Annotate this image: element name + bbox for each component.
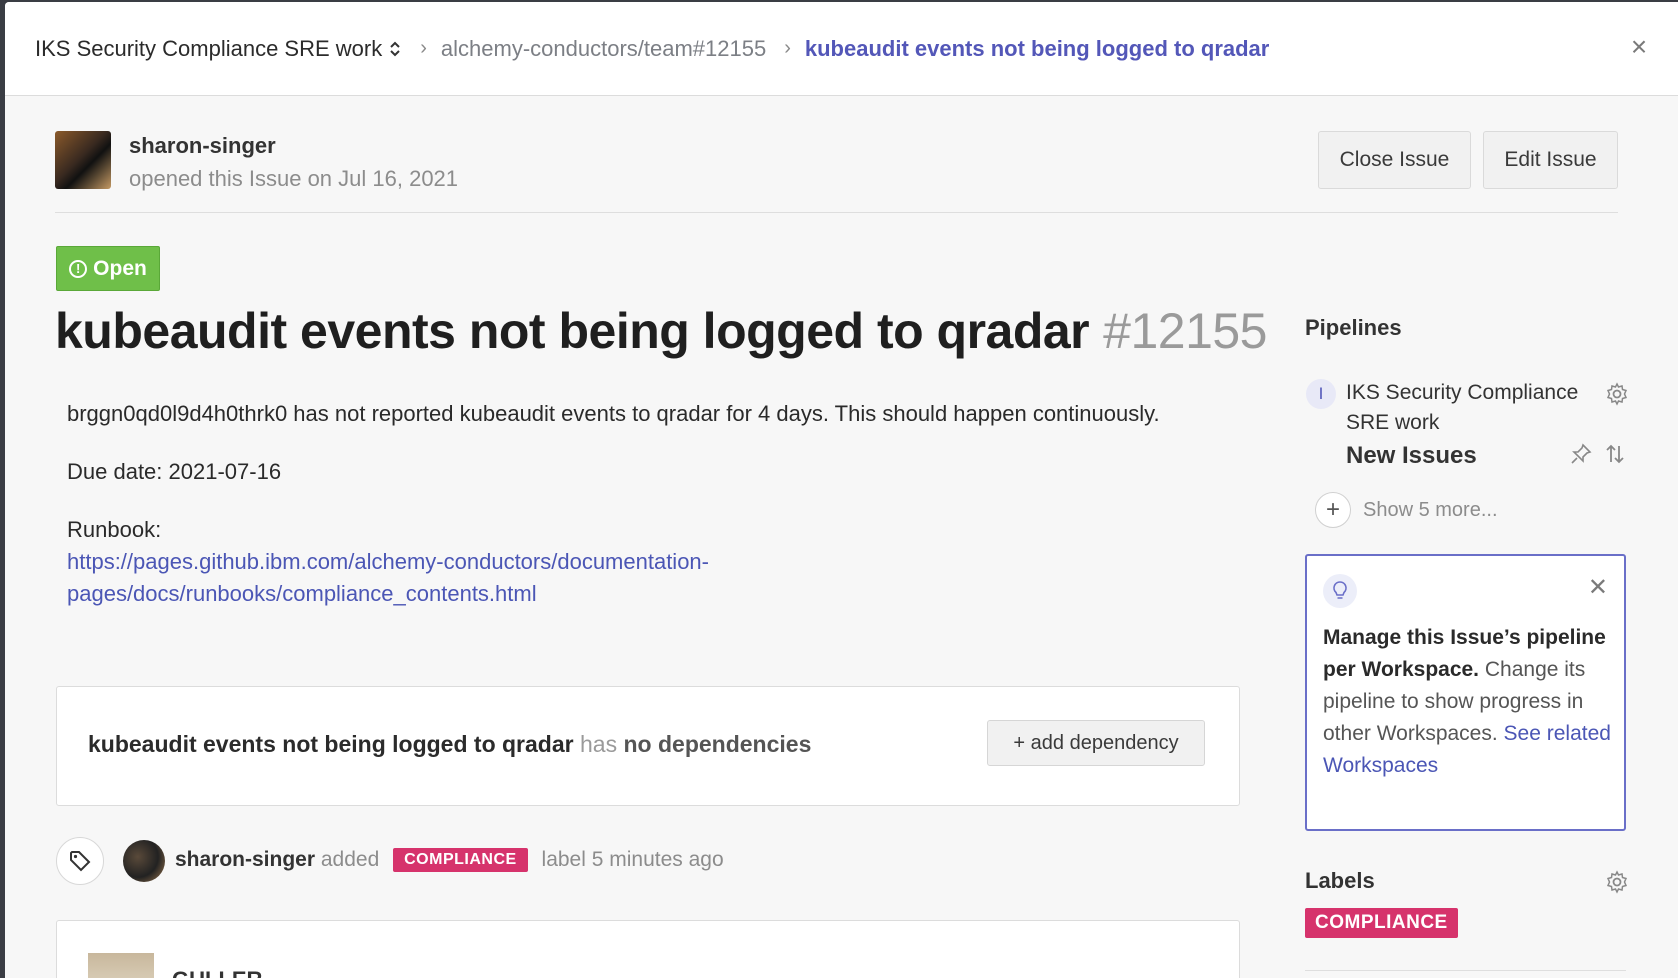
issue-body: brggn0qd0l9d4h0thrk0 has not reported ku…: [67, 398, 1227, 636]
due-date: Due date: 2021-07-16: [67, 459, 282, 484]
status-badge: ! Open: [56, 246, 160, 291]
breadcrumb-current[interactable]: kubeaudit events not being logged to qra…: [805, 36, 1269, 62]
activity-event: sharon-singer added COMPLIANCE label 5 m…: [175, 848, 724, 872]
show-more-pipelines[interactable]: + Show 5 more...: [1315, 492, 1498, 528]
gear-icon[interactable]: [1603, 380, 1631, 408]
page-title: kubeaudit events not being logged to qra…: [55, 302, 1267, 360]
activity-verb: added: [320, 848, 380, 871]
tag-icon: [56, 837, 104, 885]
comment-card: GULLER: [56, 920, 1240, 978]
add-dependency-button[interactable]: + add dependency: [987, 720, 1205, 766]
edit-issue-button[interactable]: Edit Issue: [1483, 131, 1618, 189]
divider: [55, 212, 1618, 213]
dependencies-has: has: [580, 731, 618, 757]
label-badge[interactable]: COMPLIANCE: [393, 848, 528, 872]
pin-icon[interactable]: [1567, 440, 1595, 468]
divider: [1305, 970, 1626, 971]
issue-number: #12155: [1103, 303, 1267, 359]
dependencies-issue-title: kubeaudit events not being logged to qra…: [88, 731, 574, 757]
runbook-link-line1: https://pages.github.ibm.com/alchemy-con…: [67, 549, 709, 574]
activity-user[interactable]: sharon-singer: [175, 848, 315, 871]
updown-chevron-icon: [390, 41, 400, 56]
runbook-label: Runbook:: [67, 517, 162, 542]
workspace-initial: I: [1306, 379, 1336, 409]
comment-author[interactable]: GULLER: [172, 967, 262, 978]
close-issue-button[interactable]: Close Issue: [1318, 131, 1471, 189]
breadcrumb-workspace[interactable]: IKS Security Compliance SRE work: [35, 36, 402, 62]
dependencies-text: kubeaudit events not being logged to qra…: [88, 731, 811, 758]
chevron-right-icon: ›: [420, 37, 427, 59]
author-meta: opened this Issue on Jul 16, 2021: [129, 166, 459, 191]
close-icon[interactable]: ✕: [1588, 576, 1608, 600]
alert-circle-icon: !: [69, 259, 88, 278]
gear-icon[interactable]: [1603, 868, 1631, 896]
status-label: Open: [93, 256, 147, 280]
lightbulb-icon: [1323, 574, 1357, 608]
close-icon[interactable]: ×: [1624, 32, 1654, 62]
body-paragraph: brggn0qd0l9d4h0thrk0 has not reported ku…: [67, 401, 1160, 426]
runbook-link-line2: pages/docs/runbooks/compliance_contents.…: [67, 581, 537, 606]
pipeline-name[interactable]: New Issues: [1346, 442, 1477, 470]
breadcrumb-repo[interactable]: alchemy-conductors/team#12155: [441, 36, 766, 62]
author-name[interactable]: sharon-singer: [129, 133, 276, 159]
dependencies-card: kubeaudit events not being logged to qra…: [56, 686, 1240, 806]
breadcrumb: IKS Security Compliance SRE work › alche…: [5, 2, 1678, 96]
sort-arrows-icon[interactable]: [1601, 440, 1629, 468]
tip-text: Manage this Issue’s pipeline per Workspa…: [1323, 622, 1613, 782]
plus-icon: +: [1315, 492, 1351, 528]
breadcrumb-workspace-label: IKS Security Compliance SRE work: [35, 35, 383, 61]
runbook-link[interactable]: https://pages.github.ibm.com/alchemy-con…: [67, 549, 709, 606]
show-more-label: Show 5 more...: [1363, 498, 1498, 521]
dependencies-none: no dependencies: [623, 731, 812, 757]
pipeline-workspace-name: IKS Security Compliance SRE work: [1346, 381, 1579, 434]
issue-title: kubeaudit events not being logged to qra…: [55, 303, 1090, 359]
pipelines-heading: Pipelines: [1305, 315, 1402, 340]
issue-modal: IKS Security Compliance SRE work › alche…: [5, 2, 1678, 978]
activity-suffix: label 5 minutes ago: [541, 848, 724, 871]
avatar: [123, 840, 165, 882]
chevron-right-icon: ›: [784, 37, 791, 59]
avatar: [55, 131, 111, 189]
workspace-tip-card: ✕ Manage this Issue’s pipeline per Works…: [1305, 554, 1626, 831]
labels-heading: Labels: [1305, 868, 1375, 893]
label-badge[interactable]: COMPLIANCE: [1305, 908, 1458, 938]
avatar: [88, 953, 154, 978]
runbook: Runbook: https://pages.github.ibm.com/al…: [67, 514, 1227, 610]
